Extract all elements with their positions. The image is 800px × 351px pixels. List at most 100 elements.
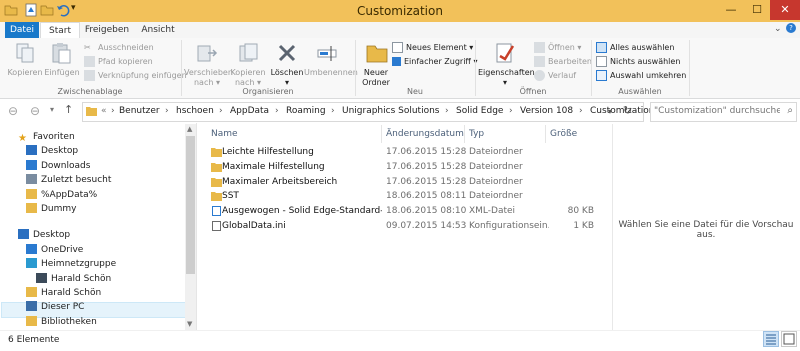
easy-access-button[interactable]: Einfacher Zugriff ▾ [392,56,478,68]
rename-button[interactable]: Umbenennen [304,68,358,78]
scroll-down-icon[interactable]: ▼ [187,320,192,328]
properties-icon [496,43,515,63]
nav-scrollbar-thumb[interactable] [186,136,195,274]
move-to-label-2: nach [193,78,214,87]
search-icon[interactable]: ⌕ [787,105,793,116]
qat-dropdown-icon[interactable]: ▾ [71,3,76,13]
breadcrumb-separator-icon[interactable]: › [579,102,583,120]
nav-item[interactable]: Desktop [26,144,78,158]
nav-item[interactable]: Zuletzt besucht [26,173,111,187]
copy-to-icon [239,43,258,62]
tab-ansicht[interactable]: Ansicht [136,22,180,38]
breadcrumb-item[interactable]: Version 108 [520,102,573,120]
nav-item[interactable]: Desktop [18,228,70,242]
nav-item-label: Dieser PC [41,302,85,313]
help-icon[interactable]: ? [786,23,796,33]
nav-item[interactable]: Bibliotheken [26,315,97,329]
undo-icon[interactable] [56,3,70,17]
file-row[interactable]: Leichte Hilfestellung 17.06.2015 15:28 Dat… [208,145,608,160]
copy-to-button[interactable]: Kopieren nach ▾ [228,68,268,88]
breadcrumb-item[interactable]: Unigraphics Solutions [342,102,440,120]
breadcrumb-item[interactable]: Roaming [286,102,326,120]
breadcrumb-item[interactable]: AppData [230,102,269,120]
properties-button[interactable]: Eigenschaften ▾ [478,68,535,88]
edit-button[interactable]: Bearbeiten [534,56,592,68]
easy-access-label: Einfacher Zugriff [404,57,471,66]
ribbon-expand-icon[interactable]: ⌄ [774,24,782,34]
group-separator [689,40,690,96]
refresh-icon[interactable]: ↻ [623,104,632,117]
new-folder-button[interactable]: Neuer Ordner [358,68,394,88]
delete-button[interactable]: Löschen ▾ [268,68,306,88]
breadcrumb-separator-icon[interactable]: › [275,102,279,120]
file-name: SST [222,191,239,202]
file-row[interactable]: SST 18.06.2015 08:11 Dateiordner [208,189,608,204]
invert-selection-button[interactable]: Auswahl umkehren [596,70,686,82]
breadcrumb-separator-icon[interactable]: › [509,102,513,120]
open-button[interactable]: Öffnen ▾ [534,42,581,54]
file-row[interactable]: Maximale Hilfestellung 17.06.2015 15:28 Da… [208,160,608,175]
close-button[interactable]: ✕ [770,0,800,20]
breadcrumb-item[interactable]: hschoen [176,102,214,120]
tab-start[interactable]: Start [40,22,80,39]
new-folder-icon[interactable] [40,3,54,17]
file-size [550,175,594,190]
properties-icon[interactable] [24,3,38,17]
tab-datei[interactable]: Datei [5,22,39,38]
breadcrumb-separator-icon[interactable]: › [165,102,169,120]
breadcrumb-item[interactable]: Solid Edge [456,102,503,120]
select-none-button[interactable]: Nichts auswählen [596,56,680,68]
file-row[interactable]: Ausgewogen - Solid Edge-Standard-Layo...… [208,204,608,219]
scroll-up-icon[interactable]: ▲ [187,125,192,133]
copy-path-button[interactable]: Pfad kopieren [84,56,153,68]
column-header-size[interactable]: Größe [550,127,577,141]
move-to-button[interactable]: Verschieben nach ▾ [184,68,233,88]
copy-button[interactable]: Kopieren [4,68,46,78]
nav-item[interactable]: Harald Schön [26,286,101,300]
nav-item-label: Harald Schön [51,273,112,284]
new-item-button[interactable]: Neues Element ▾ [392,42,473,54]
edit-label: Bearbeiten [548,57,592,66]
column-header-type[interactable]: Typ [469,127,484,141]
breadcrumb-separator-icon[interactable]: › [445,102,449,120]
nav-item[interactable]: Heimnetzgruppe [26,257,116,271]
nav-item[interactable]: Downloads [26,159,90,173]
forward-arrow-icon[interactable]: ⊖ [30,104,40,118]
up-arrow-icon[interactable]: ↑ [64,103,73,116]
file-type: Konfigurationsein... [469,221,549,231]
search-input[interactable] [651,103,783,119]
history-button[interactable]: Verlauf [534,70,576,82]
item-count: 6 Elemente [8,335,60,345]
column-header-name[interactable]: Name [211,127,238,141]
breadcrumb-separator-icon[interactable]: › [219,102,223,120]
tab-freigeben[interactable]: Freigeben [82,22,132,38]
paste-button[interactable]: Einfügen [44,68,80,78]
nav-item[interactable]: OneDrive [26,243,83,257]
nav-item[interactable]: Dummy [26,202,77,216]
select-all-button[interactable]: Alles auswählen [596,42,674,54]
details-view-button[interactable] [763,331,779,347]
nav-item[interactable]: ★ Favoriten [18,130,75,144]
nav-item[interactable]: %AppData% [26,188,97,202]
open-icon [534,42,545,53]
file-type: Dateiordner [469,147,523,157]
nav-item-label: Bibliotheken [41,316,97,327]
breadcrumb-overflow[interactable]: « [101,102,107,120]
minimize-button[interactable]: — [718,0,744,20]
paste-shortcut-button[interactable]: Verknüpfung einfügen [84,70,187,82]
column-header-date[interactable]: Änderungsdatum [386,127,464,141]
large-icons-view-button[interactable] [781,331,797,347]
recent-dropdown-icon[interactable]: ▾ [50,105,54,114]
cut-button[interactable]: ✂ Ausschneiden [84,42,154,54]
nav-item[interactable]: Harald Schön [36,272,111,286]
back-arrow-icon[interactable]: ⊖ [8,104,18,118]
folder-icon[interactable] [4,3,18,17]
file-row[interactable]: Maximaler Arbeitsbereich 17.06.2015 15:28… [208,175,608,190]
maximize-button[interactable]: ☐ [744,0,770,20]
breadcrumb-item[interactable]: Benutzer [119,102,160,120]
file-row[interactable]: GlobalData.ini 09.07.2015 14:53 Konfigurat… [208,219,608,234]
address-dropdown-icon[interactable]: ▾ [608,107,612,116]
breadcrumb-separator-icon[interactable]: › [331,102,335,120]
nav-item[interactable]: Dieser PC [26,300,84,314]
search-box[interactable]: ⌕ [650,102,797,122]
